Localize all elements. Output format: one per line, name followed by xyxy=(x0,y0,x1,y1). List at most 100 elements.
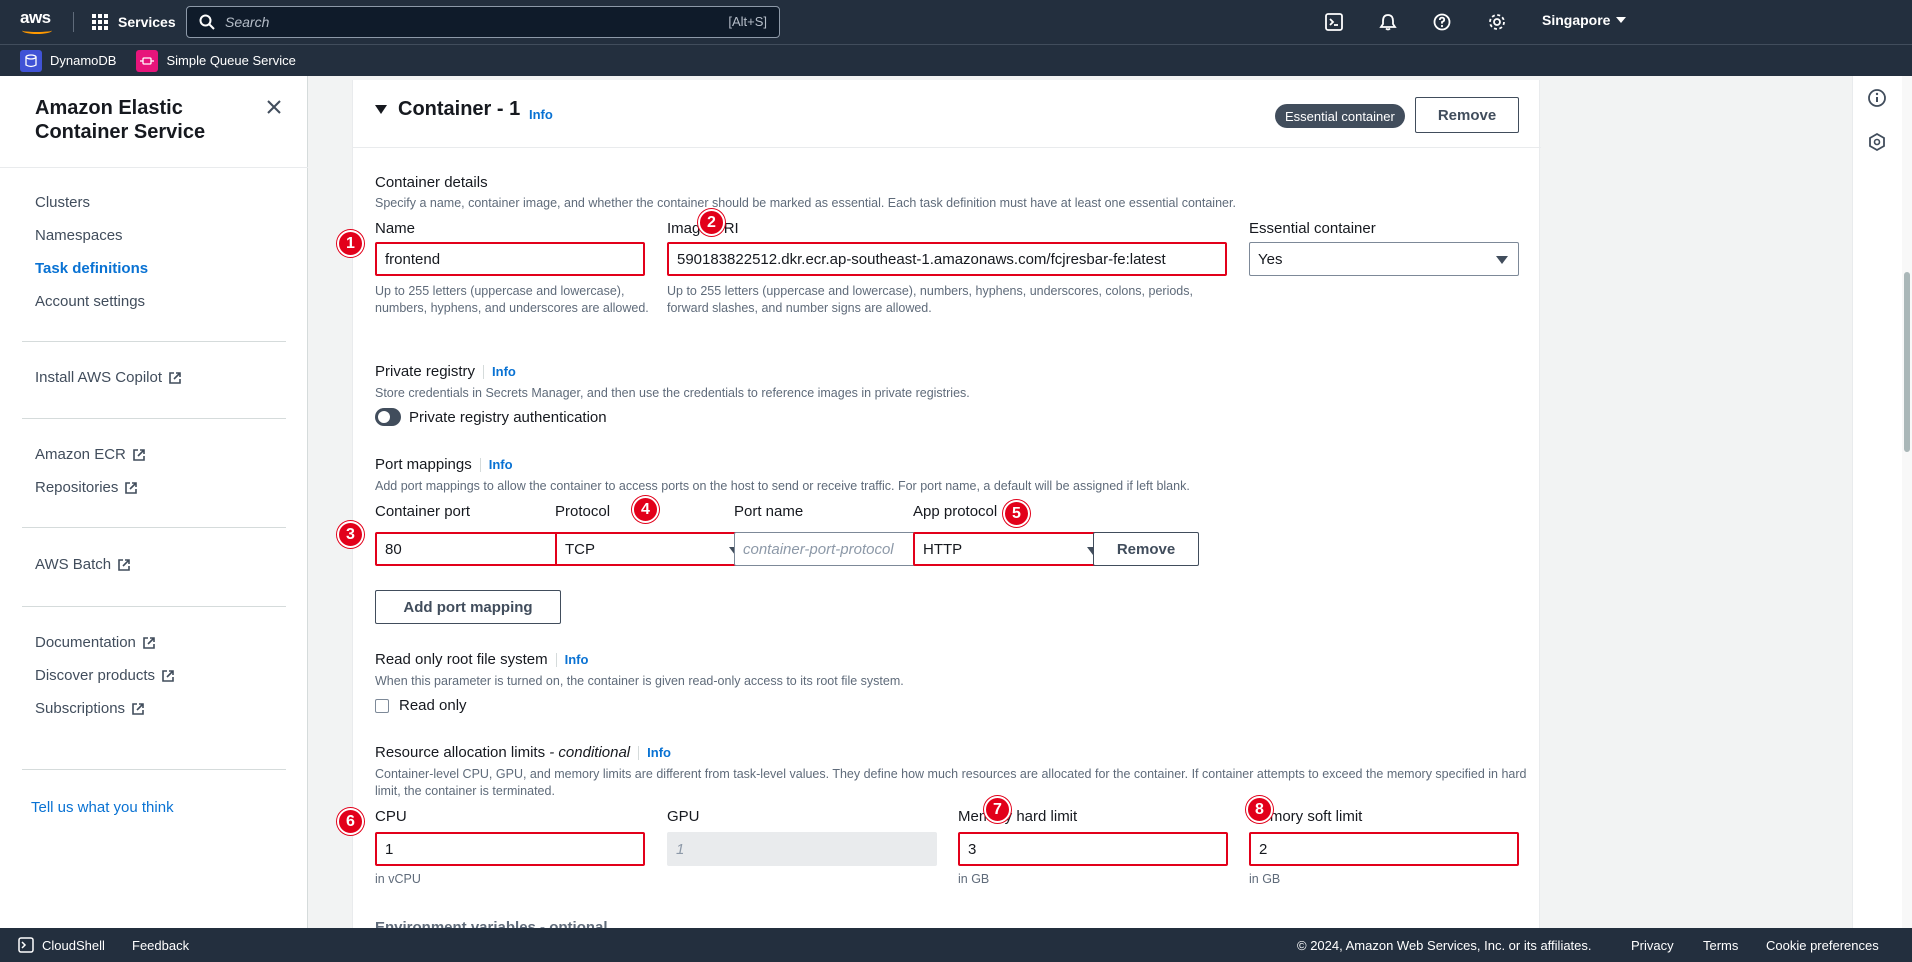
remove-port-mapping-button[interactable]: Remove xyxy=(1093,532,1199,566)
name-input[interactable] xyxy=(375,242,645,276)
scrollbar[interactable] xyxy=(1902,76,1912,928)
environment-variables-heading[interactable]: Environment variables - optional xyxy=(375,919,608,928)
memory-soft-limit-input[interactable] xyxy=(1249,832,1519,866)
name-label: Name xyxy=(375,220,416,237)
sidebar-item-documentation[interactable]: Documentation xyxy=(35,634,156,651)
cloudshell-label: CloudShell xyxy=(42,937,105,953)
help-icon[interactable] xyxy=(1430,10,1454,34)
divider xyxy=(0,167,308,168)
image-uri-input[interactable] xyxy=(667,242,1227,276)
sidebar-item-aws-batch[interactable]: AWS Batch xyxy=(35,556,131,573)
port-name-input[interactable] xyxy=(734,532,932,566)
sidebar-item-label: Install AWS Copilot xyxy=(35,369,162,386)
hexagon-icon[interactable] xyxy=(1867,132,1887,157)
terms-link[interactable]: Terms xyxy=(1703,938,1738,953)
aws-logo[interactable]: aws xyxy=(20,8,60,36)
cpu-hint: in vCPU xyxy=(375,872,421,886)
sidebar-item-repositories[interactable]: Repositories xyxy=(35,479,138,496)
info-link[interactable]: Info xyxy=(565,652,589,667)
readonly-checkbox[interactable] xyxy=(375,699,389,713)
annotation-marker: 3 xyxy=(337,521,364,548)
protocol-select[interactable]: TCP xyxy=(555,532,753,566)
feedback-link[interactable]: Tell us what you think xyxy=(31,799,174,816)
sidebar-item-task-definitions[interactable]: Task definitions xyxy=(35,260,148,277)
search-input[interactable] xyxy=(215,14,715,30)
info-link[interactable]: Info xyxy=(489,457,513,472)
cloudshell-button[interactable]: CloudShell xyxy=(18,937,105,953)
caret-down-icon xyxy=(1616,17,1627,23)
info-link[interactable]: Info xyxy=(529,107,553,122)
sidebar-item-install-copilot[interactable]: Install AWS Copilot xyxy=(35,369,182,386)
sidebar-item-clusters[interactable]: Clusters xyxy=(35,194,90,211)
annotation-marker: 5 xyxy=(1003,500,1030,527)
remove-container-button[interactable]: Remove xyxy=(1415,97,1519,133)
favorite-label: DynamoDB xyxy=(50,53,117,68)
favorite-sqs[interactable]: Simple Queue Service xyxy=(136,49,296,72)
annotation-marker: 2 xyxy=(698,209,725,236)
copyright: © 2024, Amazon Web Services, Inc. or its… xyxy=(1297,938,1592,953)
caret-down-icon[interactable] xyxy=(375,105,387,114)
protocol-value: TCP xyxy=(565,540,595,558)
annotation-marker: 8 xyxy=(1246,796,1273,823)
divider xyxy=(22,341,286,342)
cookie-preferences-link[interactable]: Cookie preferences xyxy=(1766,938,1879,953)
sidebar-item-namespaces[interactable]: Namespaces xyxy=(35,227,123,244)
info-icon[interactable] xyxy=(1867,88,1887,113)
scrollbar-thumb[interactable] xyxy=(1904,272,1910,452)
annotation-marker: 1 xyxy=(337,230,364,257)
sidebar-item-label: Subscriptions xyxy=(35,700,126,717)
gear-icon[interactable] xyxy=(1485,10,1509,34)
protocol-label: Protocol xyxy=(555,503,611,520)
private-registry-heading: Private registry Info xyxy=(375,363,516,380)
divider xyxy=(22,527,286,528)
sidebar-item-label: AWS Batch xyxy=(35,556,112,573)
sidebar-item-label: Repositories xyxy=(35,479,119,496)
info-link[interactable]: Info xyxy=(492,364,516,379)
cloudshell-icon xyxy=(18,937,34,953)
sidebar-item-account-settings[interactable]: Account settings xyxy=(35,293,145,310)
region-selector[interactable]: Singapore xyxy=(1542,12,1627,28)
sidebar-item-label: Discover products xyxy=(35,667,156,684)
services-menu-button[interactable]: Services xyxy=(92,10,176,34)
external-link-icon xyxy=(132,702,144,715)
readonly-checkbox-label: Read only xyxy=(399,697,467,714)
memory-hard-limit-hint: in GB xyxy=(958,872,990,886)
app-protocol-value: HTTP xyxy=(923,540,963,558)
container-header: Container - 1 Info Essential container R… xyxy=(353,80,1541,148)
footer: CloudShell Feedback © 2024, Amazon Web S… xyxy=(0,928,1912,962)
favorite-dynamodb[interactable]: DynamoDB xyxy=(20,49,117,72)
sqs-icon xyxy=(136,49,159,72)
external-link-icon xyxy=(143,636,155,649)
essential-badge: Essential container xyxy=(1275,104,1405,128)
close-icon[interactable] xyxy=(265,98,285,118)
cloudshell-icon[interactable] xyxy=(1322,10,1346,34)
main-content: Container - 1 Info Essential container R… xyxy=(308,76,1852,928)
memory-hard-limit-input[interactable] xyxy=(958,832,1228,866)
cpu-label: CPU xyxy=(375,808,407,825)
sidebar-item-amazon-ecr[interactable]: Amazon ECR xyxy=(35,446,146,463)
essential-label: Essential container xyxy=(1249,220,1376,237)
readonly-title: Read only root file system xyxy=(375,651,548,668)
divider xyxy=(22,418,286,419)
search-bar[interactable]: [Alt+S] xyxy=(186,6,780,38)
container-title: Container - 1 xyxy=(398,98,521,120)
sidebar-item-subscriptions[interactable]: Subscriptions xyxy=(35,700,145,717)
external-link-icon xyxy=(125,481,138,494)
container-port-input[interactable] xyxy=(375,532,573,566)
app-protocol-select[interactable]: HTTP xyxy=(913,532,1111,566)
favorite-label: Simple Queue Service xyxy=(166,53,296,68)
private-registry-toggle[interactable] xyxy=(375,408,401,426)
port-mappings-description: Add port mappings to allow the container… xyxy=(375,479,1190,493)
bell-icon[interactable] xyxy=(1376,10,1400,34)
memory-hard-limit-label: Memory hard limit xyxy=(958,808,1078,825)
add-port-mapping-button[interactable]: Add port mapping xyxy=(375,590,561,624)
essential-select[interactable]: Yes xyxy=(1249,242,1519,276)
cpu-input[interactable] xyxy=(375,832,645,866)
annotation-marker: 4 xyxy=(632,496,659,523)
sidebar-item-discover-products[interactable]: Discover products xyxy=(35,667,175,684)
private-registry-title: Private registry xyxy=(375,363,476,380)
info-link[interactable]: Info xyxy=(647,745,671,760)
services-label: Services xyxy=(118,14,176,30)
privacy-link[interactable]: Privacy xyxy=(1631,938,1674,953)
feedback-footer-link[interactable]: Feedback xyxy=(132,938,189,953)
